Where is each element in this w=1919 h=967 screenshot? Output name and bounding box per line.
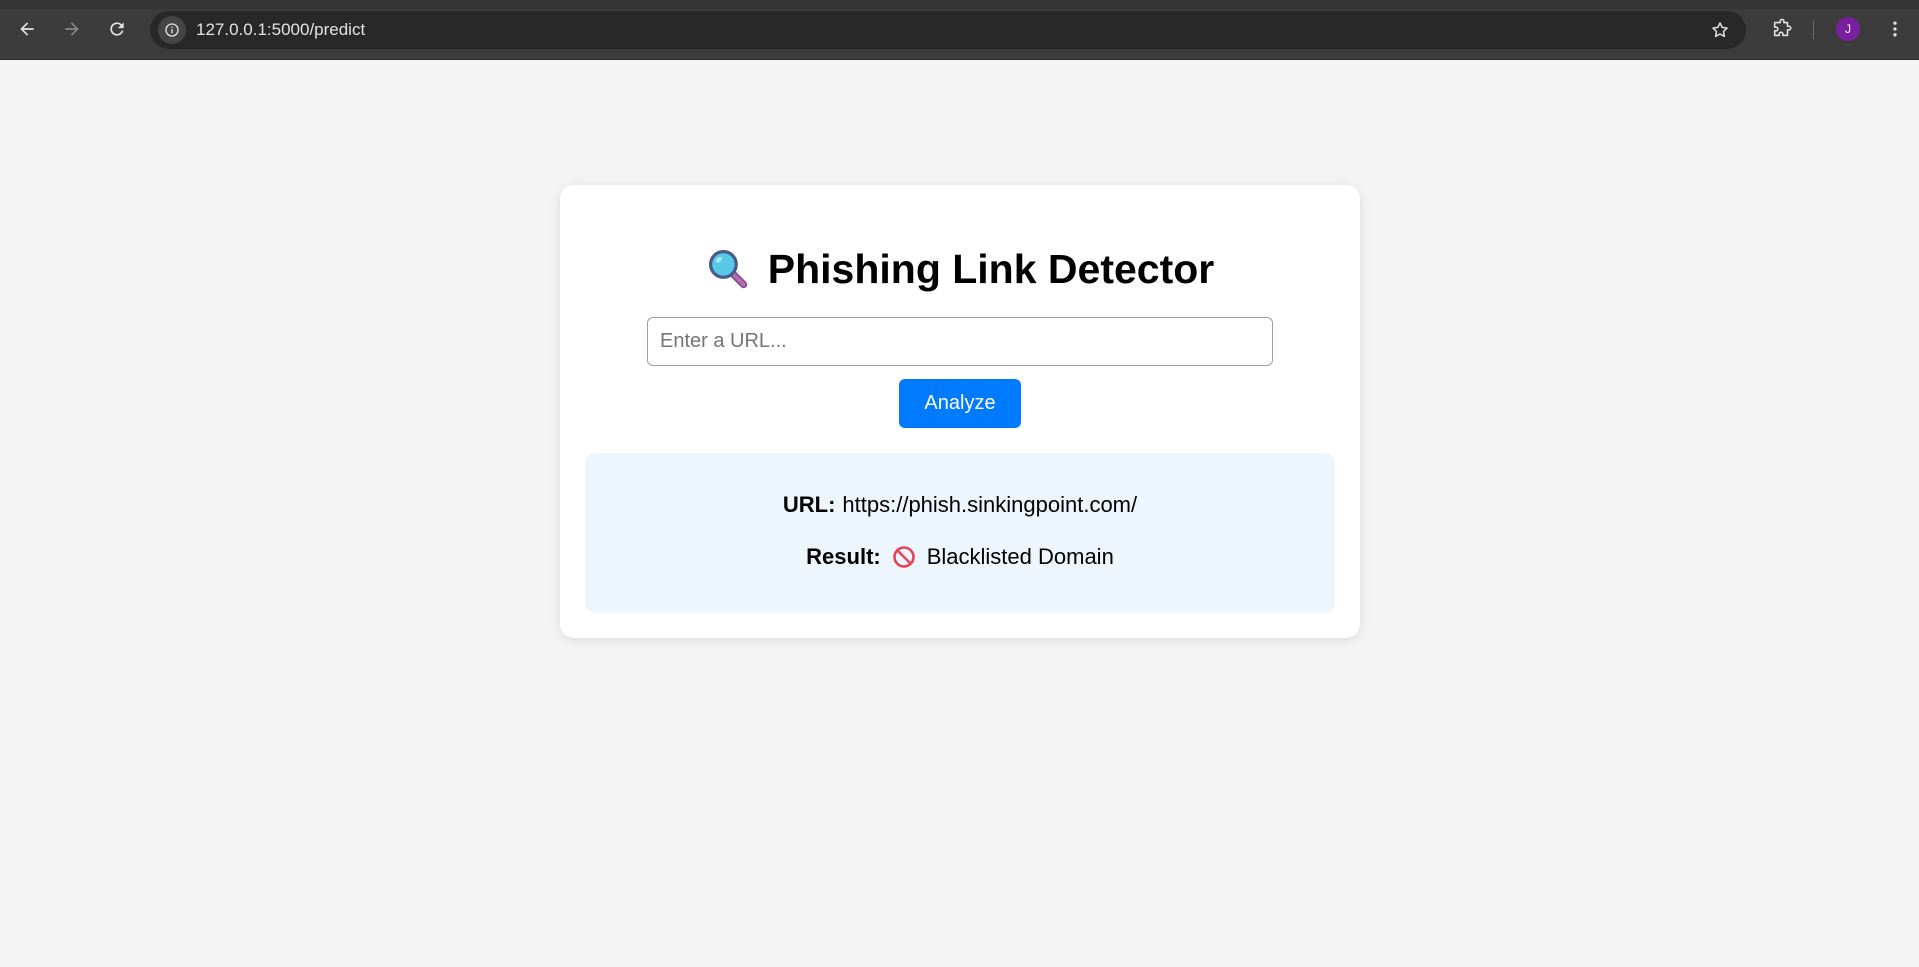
browser-toolbar: 127.0.0.1:5000/predict J [0,0,1919,60]
result-url-row: URL: https://phish.sinkingpoint.com/ [585,490,1335,520]
magnifying-glass-icon [708,249,747,289]
page-title: Phishing Link Detector [767,245,1215,292]
toolbar-divider [1813,20,1814,39]
back-arrow-icon [20,22,34,36]
star-icon [1712,22,1728,38]
address-bar[interactable]: 127.0.0.1:5000/predict [150,11,1746,49]
prohibited-icon [892,546,915,568]
url-input[interactable] [647,317,1273,366]
reload-button[interactable] [102,14,132,44]
result-verdict-row: Result: Blacklisted Domain [585,542,1335,572]
profile-avatar[interactable]: J [1836,17,1860,41]
address-bar-url[interactable]: 127.0.0.1:5000/predict [196,11,365,49]
detector-card: Phishing Link Detector Analyze URL: http… [560,185,1360,638]
profile-initial: J [1845,22,1851,36]
back-button[interactable] [12,14,42,44]
page-title-row: Phishing Link Detector [560,241,1360,297]
forward-button[interactable] [57,14,87,44]
url-label: URL: [782,492,836,517]
kebab-menu-icon [1893,21,1897,37]
result-verdict-value: Blacklisted Domain [926,544,1114,569]
extensions-button[interactable] [1767,14,1797,44]
tab-strip [0,0,1919,9]
browser-menu-button[interactable] [1880,14,1910,44]
puzzle-piece-icon [1773,18,1792,37]
reload-icon [110,22,124,36]
forward-arrow-icon [65,22,79,36]
site-info-button[interactable] [158,16,186,44]
result-panel: URL: https://phish.sinkingpoint.com/ Res… [585,453,1335,613]
analyzed-url-value: https://phish.sinkingpoint.com/ [842,492,1138,517]
result-label: Result: [806,544,881,569]
bookmark-button[interactable] [1706,16,1734,44]
analyze-button[interactable]: Analyze [899,379,1021,428]
info-icon [165,23,179,37]
